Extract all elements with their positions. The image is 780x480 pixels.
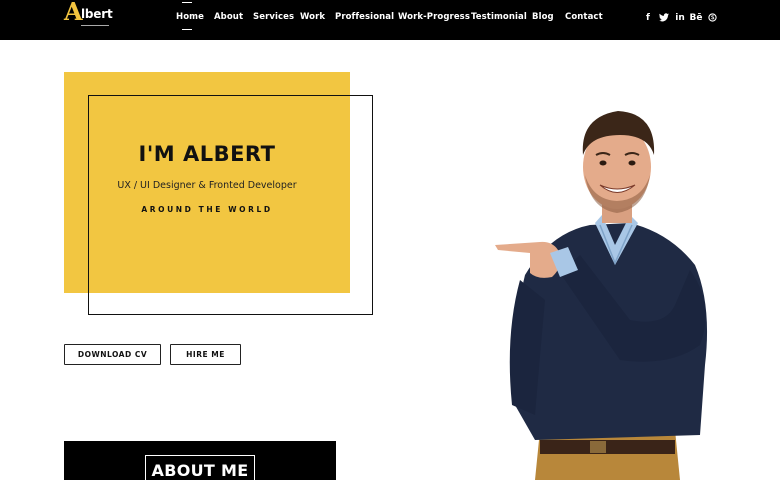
hire-me-button[interactable]: HIRE ME bbox=[170, 344, 241, 365]
about-heading: ABOUT ME bbox=[151, 461, 249, 480]
top-navigation-bar: A lbert Home About Services Work Proffes… bbox=[0, 0, 780, 40]
hero-title: I'M ALBERT bbox=[138, 142, 276, 166]
facebook-icon[interactable]: f bbox=[644, 13, 652, 27]
nav-active-indicator bbox=[182, 29, 192, 30]
profile-photo bbox=[495, 111, 708, 480]
behance-icon[interactable]: Bē bbox=[689, 13, 703, 27]
twitter-icon[interactable] bbox=[658, 13, 670, 27]
nav-item-home[interactable]: Home bbox=[176, 12, 204, 22]
nav-item-services[interactable]: Services bbox=[253, 12, 294, 22]
brand-logo[interactable]: A lbert bbox=[64, 0, 124, 30]
nav-item-proffesional[interactable]: Proffesional bbox=[335, 12, 394, 22]
download-cv-button[interactable]: DOWNLOAD CV bbox=[64, 344, 161, 365]
nav-item-testimonial[interactable]: Testimonial bbox=[471, 12, 527, 22]
nav-active-indicator-top bbox=[182, 2, 192, 3]
nav-item-contact[interactable]: Contact bbox=[565, 12, 603, 22]
skype-icon[interactable] bbox=[707, 13, 717, 27]
nav-item-blog[interactable]: Blog bbox=[532, 12, 554, 22]
hero-tagline: AROUND THE WORLD bbox=[141, 205, 273, 214]
logo-text: lbert bbox=[81, 7, 113, 21]
hero-subtitle: UX / UI Designer & Fronted Developer bbox=[117, 180, 297, 191]
nav-item-work-progress[interactable]: Work-Progress bbox=[398, 12, 470, 22]
nav-item-work[interactable]: Work bbox=[300, 12, 325, 22]
logo-underline bbox=[81, 25, 109, 26]
linkedin-icon[interactable]: in bbox=[674, 13, 686, 27]
logo-initial: A bbox=[64, 0, 83, 26]
nav-item-about[interactable]: About bbox=[214, 12, 243, 22]
